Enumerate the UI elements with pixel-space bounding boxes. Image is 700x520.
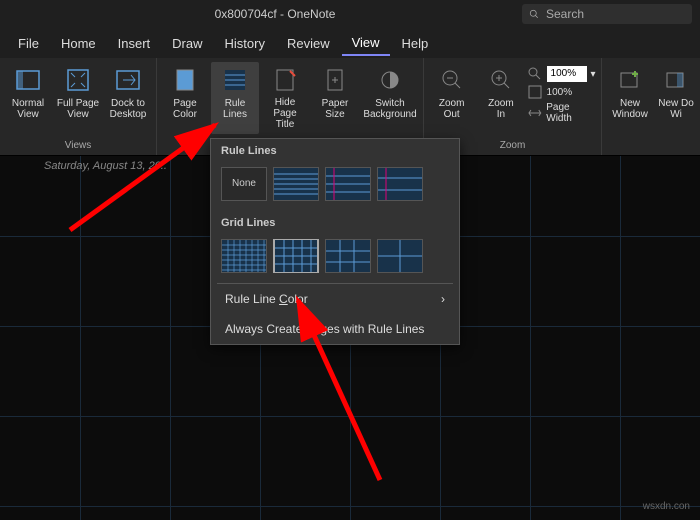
zoom-percent-row[interactable]: 100% ▾ <box>527 66 598 82</box>
dock-icon <box>114 66 142 94</box>
new-docked-icon <box>662 66 690 94</box>
tab-file[interactable]: File <box>8 32 49 55</box>
watermark: wsxdn.con <box>643 501 690 512</box>
titlebar: 0x800704cf - OneNote Search <box>0 0 700 28</box>
fullpage-view-icon <box>64 66 92 94</box>
zoom-in-icon <box>487 66 515 94</box>
zoom-out-icon <box>438 66 466 94</box>
zoom-100-icon <box>527 84 543 100</box>
window-title: 0x800704cf - OneNote <box>28 7 522 21</box>
rule-narrow-swatch[interactable] <box>273 167 319 201</box>
tab-review[interactable]: Review <box>277 32 340 55</box>
search-icon <box>528 8 540 20</box>
tab-view[interactable]: View <box>342 31 390 56</box>
zoom-out-button[interactable]: Zoom Out <box>428 62 475 134</box>
tab-insert[interactable]: Insert <box>108 32 161 55</box>
grid-lines-section-label: Grid Lines <box>211 211 459 235</box>
new-window-icon <box>616 66 644 94</box>
zoom-in-button[interactable]: Zoom In <box>477 62 524 134</box>
normal-view-button[interactable]: Normal View <box>4 62 52 134</box>
rule-lines-section-label: Rule Lines <box>211 139 459 163</box>
rule-line-color-item[interactable]: Rule Line Color › <box>211 284 459 314</box>
new-docked-button[interactable]: New Do Wi <box>656 62 696 134</box>
page-color-icon <box>171 66 199 94</box>
hide-title-icon <box>271 66 299 93</box>
paper-size-icon <box>321 66 349 94</box>
switch-bg-icon <box>376 66 404 94</box>
zoom-100-button[interactable]: 100% <box>527 84 598 100</box>
tab-draw[interactable]: Draw <box>162 32 212 55</box>
always-create-item[interactable]: Always Create Pages with Rule Lines <box>211 314 459 344</box>
page-width-button[interactable]: Page Width <box>527 102 598 124</box>
tab-history[interactable]: History <box>215 32 275 55</box>
chevron-down-icon[interactable]: ▾ <box>591 69 596 80</box>
grid-xlarge-swatch[interactable] <box>377 239 423 273</box>
fullpage-view-button[interactable]: Full Page View <box>54 62 102 134</box>
normal-view-icon <box>14 66 42 94</box>
rule-college-swatch[interactable] <box>325 167 371 201</box>
paper-size-button[interactable]: Paper Size <box>311 62 359 134</box>
grid-medium-swatch[interactable] <box>273 239 319 273</box>
views-group-label: Views <box>0 138 156 153</box>
search-placeholder: Search <box>546 7 584 21</box>
rule-lines-button[interactable]: Rule Lines <box>211 62 259 134</box>
ribbon-group-views: Normal View Full Page View Dock to Deskt… <box>0 58 157 155</box>
rule-lines-icon <box>221 66 249 94</box>
page-date: Saturday, August 13, 20.. <box>44 160 167 172</box>
hide-title-button[interactable]: Hide Page Title <box>261 62 309 134</box>
menubar: File Home Insert Draw History Review Vie… <box>0 28 700 58</box>
new-window-button[interactable]: New Window <box>606 62 654 134</box>
search-box[interactable]: Search <box>522 4 692 24</box>
rule-lines-popup: Rule Lines None Grid Lines Rule Line Col… <box>210 138 460 345</box>
page-color-button[interactable]: Page Color <box>161 62 209 134</box>
switch-background-button[interactable]: Switch Background <box>361 62 419 134</box>
rule-none-swatch[interactable]: None <box>221 167 267 201</box>
rule-wide-swatch[interactable] <box>377 167 423 201</box>
dock-button[interactable]: Dock to Desktop <box>104 62 152 134</box>
grid-small-swatch[interactable] <box>221 239 267 273</box>
page-width-icon <box>527 105 543 121</box>
chevron-right-icon: › <box>441 292 445 306</box>
tab-home[interactable]: Home <box>51 32 106 55</box>
zoom-percent-icon <box>527 66 543 82</box>
grid-large-swatch[interactable] <box>325 239 371 273</box>
tab-help[interactable]: Help <box>392 32 439 55</box>
